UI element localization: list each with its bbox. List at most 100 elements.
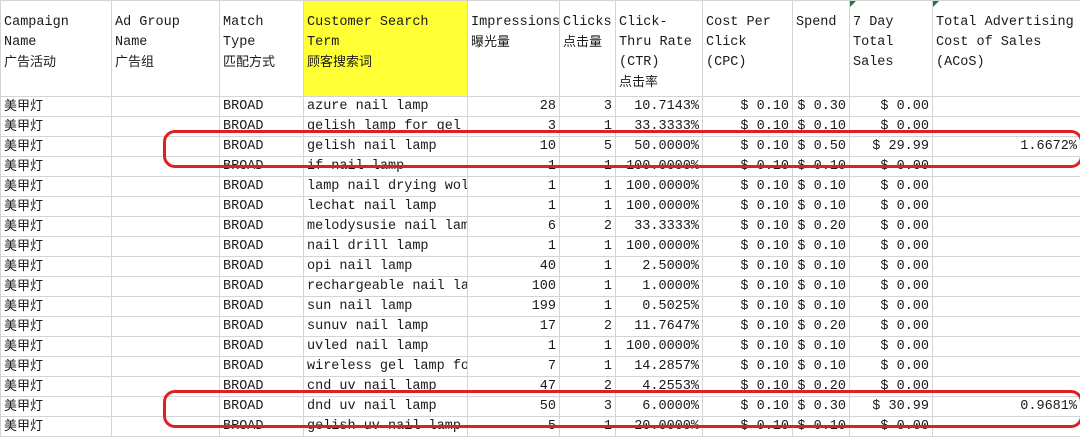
cell-spend[interactable]: $ 0.30 (793, 97, 850, 117)
cell-cpc[interactable]: $ 0.10 (703, 197, 793, 217)
cell-ad-group-name[interactable] (112, 317, 220, 337)
cell-impressions[interactable]: 1 (468, 337, 560, 357)
cell-seven-day-sales[interactable]: $ 0.00 (850, 317, 933, 337)
column-header-seven-day-sales[interactable]: 7 Day Total Sales (850, 1, 933, 97)
cell-clicks[interactable]: 1 (560, 117, 616, 137)
cell-ctr[interactable]: 100.0000% (616, 157, 703, 177)
cell-acos[interactable] (933, 377, 1080, 397)
cell-match-type[interactable]: BROAD (220, 217, 304, 237)
cell-campaign-name[interactable]: 美甲灯 (1, 257, 112, 277)
cell-campaign-name[interactable]: 美甲灯 (1, 357, 112, 377)
cell-ctr[interactable]: 100.0000% (616, 197, 703, 217)
cell-ctr[interactable]: 11.7647% (616, 317, 703, 337)
cell-ad-group-name[interactable] (112, 157, 220, 177)
cell-spend[interactable]: $ 0.20 (793, 377, 850, 397)
cell-cpc[interactable]: $ 0.10 (703, 97, 793, 117)
cell-seven-day-sales[interactable]: $ 29.99 (850, 137, 933, 157)
cell-clicks[interactable]: 1 (560, 157, 616, 177)
cell-ctr[interactable]: 50.0000% (616, 137, 703, 157)
cell-customer-search-term[interactable]: melodysusie nail lamp (304, 217, 468, 237)
cell-ctr[interactable]: 100.0000% (616, 177, 703, 197)
cell-ctr[interactable]: 14.2857% (616, 357, 703, 377)
cell-campaign-name[interactable]: 美甲灯 (1, 237, 112, 257)
cell-customer-search-term[interactable]: sun nail lamp (304, 297, 468, 317)
cell-spend[interactable]: $ 0.10 (793, 297, 850, 317)
cell-spend[interactable]: $ 0.10 (793, 257, 850, 277)
cell-customer-search-term[interactable]: dnd uv nail lamp (304, 397, 468, 417)
cell-acos[interactable] (933, 197, 1080, 217)
cell-match-type[interactable]: BROAD (220, 157, 304, 177)
cell-cpc[interactable]: $ 0.10 (703, 277, 793, 297)
cell-impressions[interactable]: 1 (468, 177, 560, 197)
cell-ad-group-name[interactable] (112, 97, 220, 117)
cell-campaign-name[interactable]: 美甲灯 (1, 277, 112, 297)
cell-spend[interactable]: $ 0.10 (793, 177, 850, 197)
cell-clicks[interactable]: 2 (560, 317, 616, 337)
cell-ctr[interactable]: 33.3333% (616, 217, 703, 237)
cell-match-type[interactable]: BROAD (220, 297, 304, 317)
cell-seven-day-sales[interactable]: $ 0.00 (850, 117, 933, 137)
cell-match-type[interactable]: BROAD (220, 177, 304, 197)
cell-cpc[interactable]: $ 0.10 (703, 237, 793, 257)
cell-cpc[interactable]: $ 0.10 (703, 317, 793, 337)
cell-cpc[interactable]: $ 0.10 (703, 157, 793, 177)
cell-spend[interactable]: $ 0.20 (793, 217, 850, 237)
cell-campaign-name[interactable]: 美甲灯 (1, 197, 112, 217)
cell-spend[interactable]: $ 0.10 (793, 277, 850, 297)
cell-match-type[interactable]: BROAD (220, 317, 304, 337)
cell-ad-group-name[interactable] (112, 197, 220, 217)
cell-ad-group-name[interactable] (112, 337, 220, 357)
cell-spend[interactable]: $ 0.20 (793, 317, 850, 337)
cell-spend[interactable]: $ 0.10 (793, 117, 850, 137)
cell-impressions[interactable]: 1 (468, 197, 560, 217)
cell-clicks[interactable]: 2 (560, 217, 616, 237)
cell-acos[interactable] (933, 277, 1080, 297)
cell-campaign-name[interactable]: 美甲灯 (1, 137, 112, 157)
cell-customer-search-term[interactable]: uvled nail lamp (304, 337, 468, 357)
cell-acos[interactable] (933, 317, 1080, 337)
cell-seven-day-sales[interactable]: $ 0.00 (850, 197, 933, 217)
cell-ad-group-name[interactable] (112, 117, 220, 137)
cell-spend[interactable]: $ 0.10 (793, 157, 850, 177)
column-header-impressions[interactable]: Impressions曝光量 (468, 1, 560, 97)
column-header-ctr[interactable]: Click-Thru Rate (CTR)点击率 (616, 1, 703, 97)
cell-clicks[interactable]: 3 (560, 397, 616, 417)
cell-acos[interactable] (933, 357, 1080, 377)
cell-clicks[interactable]: 1 (560, 197, 616, 217)
cell-spend[interactable]: $ 0.10 (793, 237, 850, 257)
cell-match-type[interactable]: BROAD (220, 237, 304, 257)
cell-impressions[interactable]: 50 (468, 397, 560, 417)
cell-seven-day-sales[interactable]: $ 0.00 (850, 97, 933, 117)
cell-ad-group-name[interactable] (112, 257, 220, 277)
cell-clicks[interactable]: 1 (560, 177, 616, 197)
cell-customer-search-term[interactable]: cnd uv nail lamp (304, 377, 468, 397)
cell-clicks[interactable]: 3 (560, 97, 616, 117)
cell-impressions[interactable]: 6 (468, 217, 560, 237)
cell-seven-day-sales[interactable]: $ 0.00 (850, 217, 933, 237)
column-header-customer-search-term[interactable]: Customer Search Term顾客搜索词 (304, 1, 468, 97)
cell-ad-group-name[interactable] (112, 397, 220, 417)
cell-spend[interactable]: $ 0.10 (793, 337, 850, 357)
cell-ctr[interactable]: 10.7143% (616, 97, 703, 117)
cell-ctr[interactable]: 6.0000% (616, 397, 703, 417)
cell-seven-day-sales[interactable]: $ 0.00 (850, 297, 933, 317)
cell-cpc[interactable]: $ 0.10 (703, 377, 793, 397)
cell-impressions[interactable]: 7 (468, 357, 560, 377)
cell-ctr[interactable]: 33.3333% (616, 117, 703, 137)
cell-campaign-name[interactable]: 美甲灯 (1, 377, 112, 397)
cell-acos[interactable]: 1.6672% (933, 137, 1080, 157)
cell-impressions[interactable]: 100 (468, 277, 560, 297)
cell-match-type[interactable]: BROAD (220, 197, 304, 217)
column-header-campaign-name[interactable]: Campaign Name广告活动 (1, 1, 112, 97)
cell-customer-search-term[interactable]: opi nail lamp (304, 257, 468, 277)
cell-impressions[interactable]: 199 (468, 297, 560, 317)
cell-clicks[interactable]: 1 (560, 337, 616, 357)
cell-customer-search-term[interactable]: rechargeable nail lam (304, 277, 468, 297)
column-header-ad-group-name[interactable]: Ad Group Name广告组 (112, 1, 220, 97)
cell-acos[interactable] (933, 157, 1080, 177)
cell-seven-day-sales[interactable]: $ 0.00 (850, 357, 933, 377)
cell-campaign-name[interactable]: 美甲灯 (1, 157, 112, 177)
cell-acos[interactable] (933, 217, 1080, 237)
cell-ad-group-name[interactable] (112, 277, 220, 297)
cell-cpc[interactable]: $ 0.10 (703, 257, 793, 277)
